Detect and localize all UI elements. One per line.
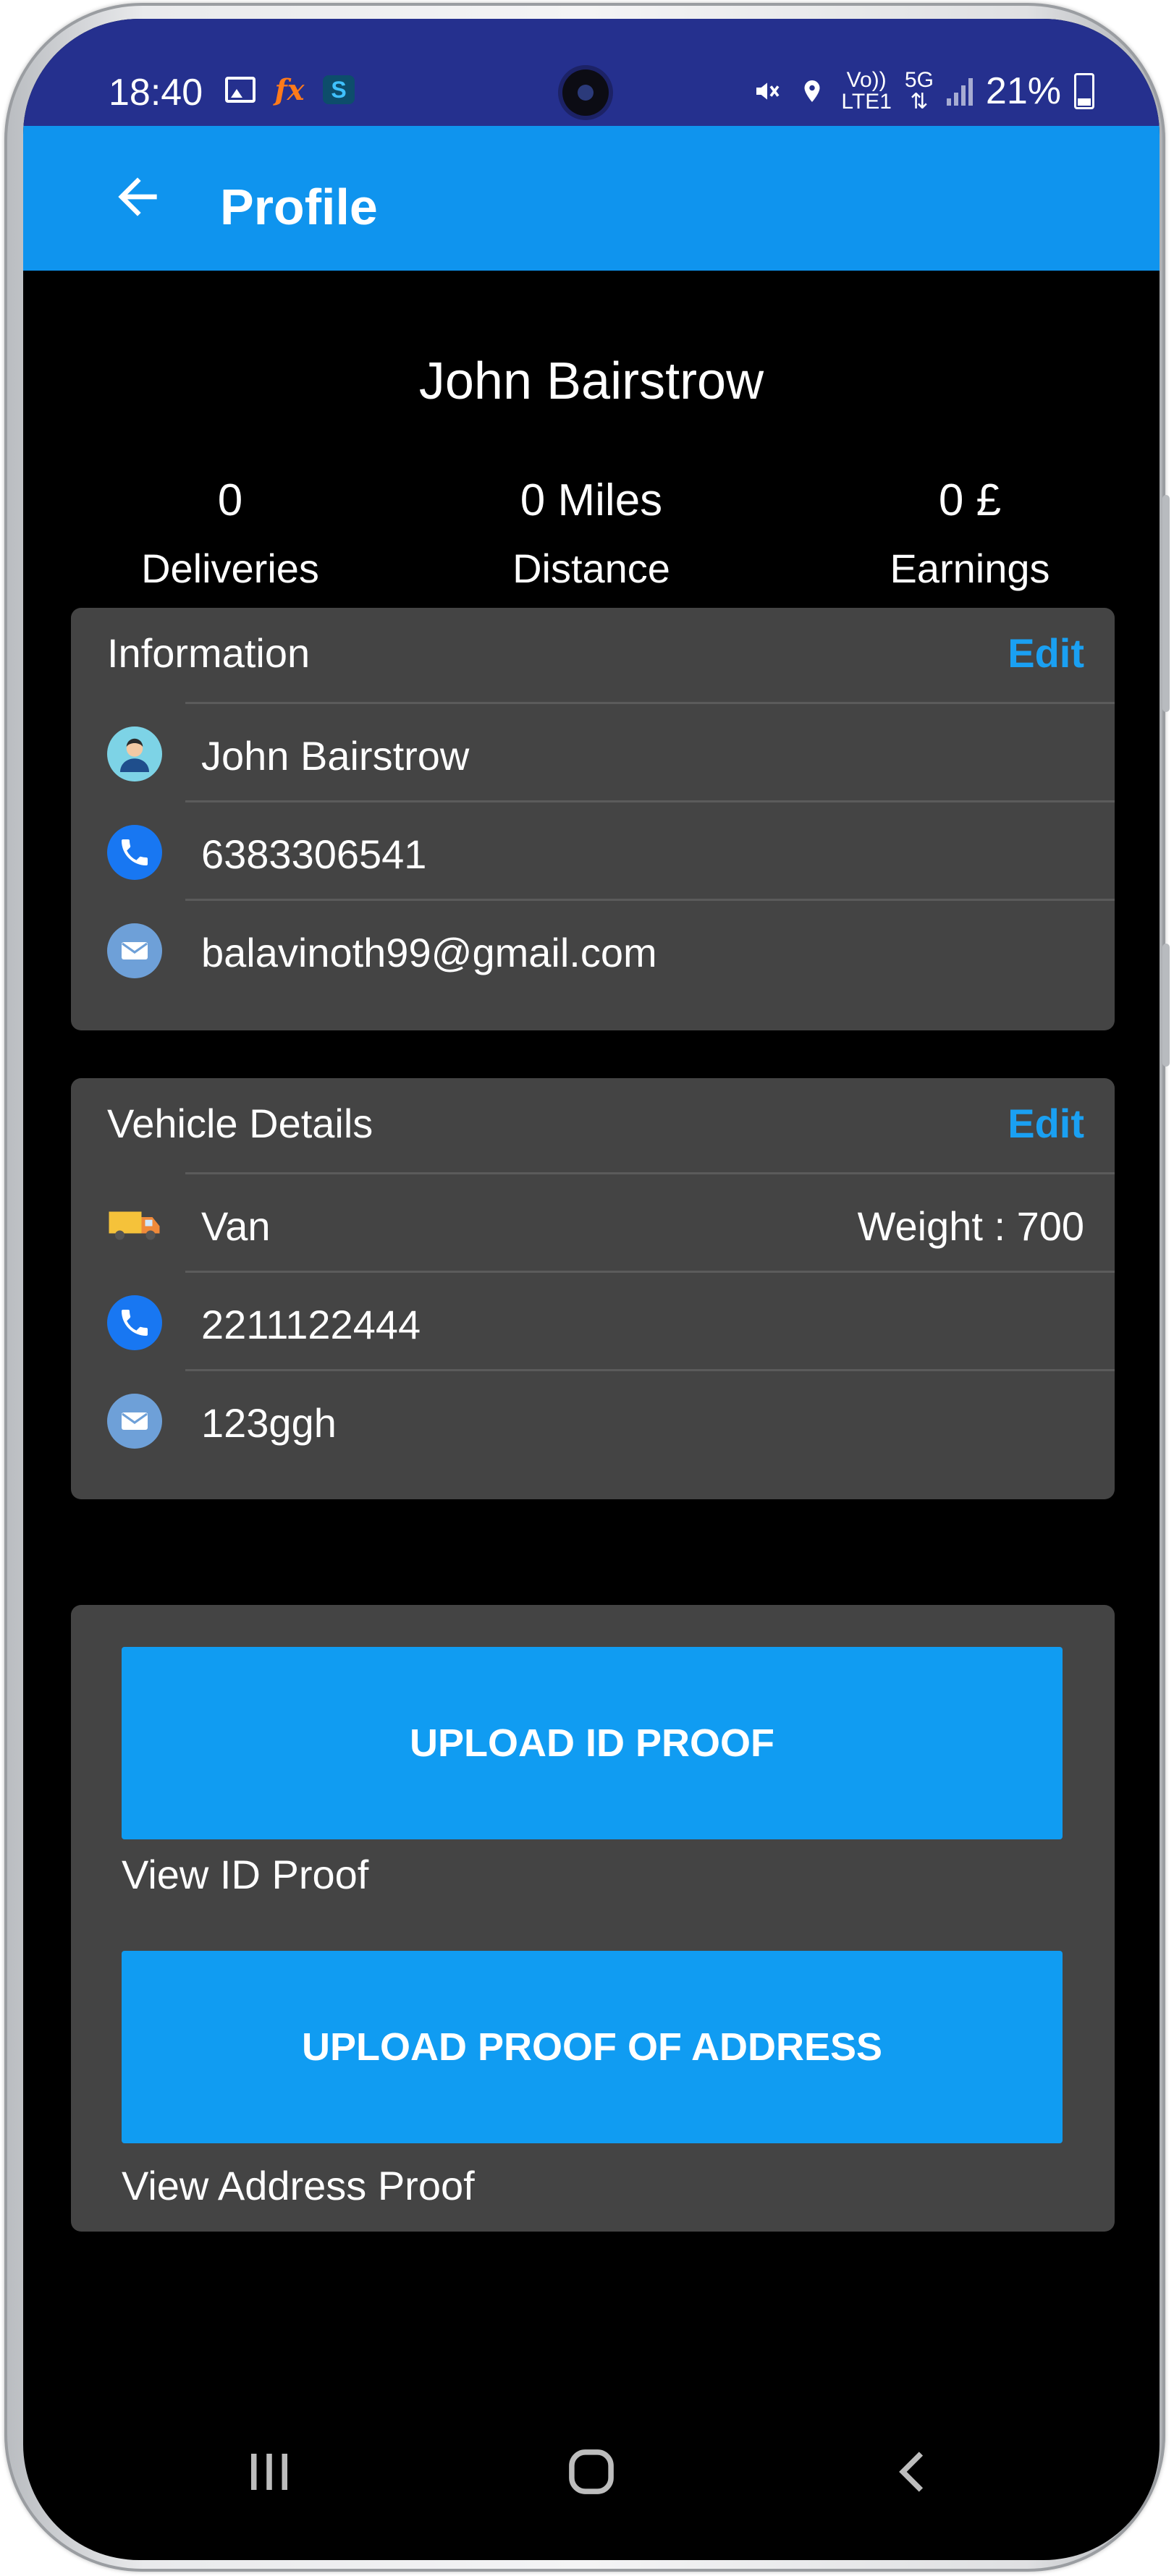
- information-card: Information Edit John Bairstrow 63833065…: [71, 608, 1115, 1030]
- status-bar: 18:40 fx S Vo)) LTE1 5G ⇅ 21%: [23, 19, 1160, 127]
- system-icons: Vo)) LTE1 5G ⇅ 21%: [751, 69, 1094, 113]
- volte-indicator: Vo)) LTE1: [841, 68, 892, 114]
- stat-deliveries: 0 Deliveries: [100, 475, 360, 592]
- divider: [185, 1172, 1115, 1174]
- stat-distance: 0 Miles Distance: [461, 475, 722, 592]
- stat-value: 0: [217, 475, 243, 525]
- gallery-icon: [224, 75, 256, 104]
- info-email-value: balavinoth99@gmail.com: [201, 930, 657, 975]
- fx-app-icon: fx: [274, 72, 305, 107]
- view-id-proof-link[interactable]: View ID Proof: [122, 1851, 368, 1898]
- location-icon: [796, 77, 828, 106]
- information-heading: Information: [107, 630, 311, 676]
- stat-label: Earnings: [890, 546, 1050, 591]
- status-time: 18:40: [109, 72, 203, 114]
- notification-icons: fx S: [224, 72, 355, 107]
- system-nav-bar: [23, 2407, 1160, 2537]
- upload-address-proof-button[interactable]: UPLOAD PROOF OF ADDRESS: [122, 1951, 1063, 2143]
- front-camera: [562, 69, 609, 116]
- info-row-email: balavinoth99@gmail.com: [71, 899, 1115, 997]
- info-name-value: John Bairstrow: [201, 733, 470, 779]
- vehicle-type-value: Van: [201, 1203, 271, 1249]
- truck-icon: [107, 1197, 162, 1252]
- email-icon: [107, 923, 162, 978]
- recents-icon[interactable]: [233, 2436, 305, 2508]
- divider: [185, 899, 1115, 901]
- data-arrows-icon: ⇅: [910, 90, 929, 114]
- volume-button: [1162, 495, 1170, 712]
- phone-icon: [107, 1295, 162, 1350]
- network-gen-indicator: 5G ⇅: [904, 68, 934, 114]
- home-icon[interactable]: [555, 2436, 628, 2508]
- info-row-name: John Bairstrow: [71, 702, 1115, 800]
- user-avatar-icon: [107, 726, 162, 781]
- vehicle-row-type: Van Weight : 700: [71, 1172, 1115, 1271]
- divider: [185, 800, 1115, 802]
- vehicle-row-phone: 2211122444: [71, 1271, 1115, 1369]
- edit-information-button[interactable]: Edit: [1008, 630, 1084, 677]
- signal-icon: [946, 77, 973, 106]
- shazam-icon: S: [323, 75, 355, 104]
- stat-earnings: 0 £ Earnings: [840, 475, 1100, 592]
- phone-icon: [107, 825, 162, 880]
- stat-label: Deliveries: [141, 546, 319, 591]
- email-icon: [107, 1394, 162, 1449]
- divider: [185, 702, 1115, 704]
- vehicle-weight-value: Weight : 700: [857, 1203, 1084, 1249]
- upload-id-proof-button[interactable]: UPLOAD ID PROOF: [122, 1647, 1063, 1839]
- documents-card: UPLOAD ID PROOF View ID Proof UPLOAD PRO…: [71, 1605, 1115, 2232]
- info-phone-value: 6383306541: [201, 831, 427, 877]
- mute-icon: [751, 77, 783, 106]
- screen: 18:40 fx S Vo)) LTE1 5G ⇅ 21% Profile Jo…: [23, 19, 1160, 2560]
- back-nav-icon[interactable]: [877, 2436, 950, 2508]
- page-title: Profile: [220, 179, 378, 235]
- vehicle-phone-value: 2211122444: [201, 1302, 421, 1347]
- vehicle-details-card: Vehicle Details Edit Van Weight : 700 22…: [71, 1078, 1115, 1499]
- battery-icon: [1074, 73, 1094, 109]
- back-arrow-icon[interactable]: [109, 168, 166, 226]
- vehicle-row-plate: 123ggh: [71, 1369, 1115, 1467]
- stat-label: Distance: [512, 546, 670, 591]
- vehicle-plate-value: 123ggh: [201, 1400, 337, 1446]
- divider: [185, 1271, 1115, 1273]
- vehicle-details-heading: Vehicle Details: [107, 1101, 373, 1146]
- stat-value: 0 £: [938, 475, 1002, 525]
- edit-vehicle-button[interactable]: Edit: [1008, 1100, 1084, 1147]
- profile-name: John Bairstrow: [418, 352, 764, 410]
- info-row-phone: 6383306541: [71, 800, 1115, 899]
- app-bar: Profile: [23, 126, 1160, 271]
- power-button: [1162, 944, 1170, 1067]
- divider: [185, 1369, 1115, 1371]
- view-address-proof-link[interactable]: View Address Proof: [122, 2162, 475, 2209]
- stat-value: 0 Miles: [520, 475, 663, 525]
- battery-percent: 21%: [985, 70, 1061, 112]
- phone-frame: 18:40 fx S Vo)) LTE1 5G ⇅ 21% Profile Jo…: [4, 3, 1170, 2572]
